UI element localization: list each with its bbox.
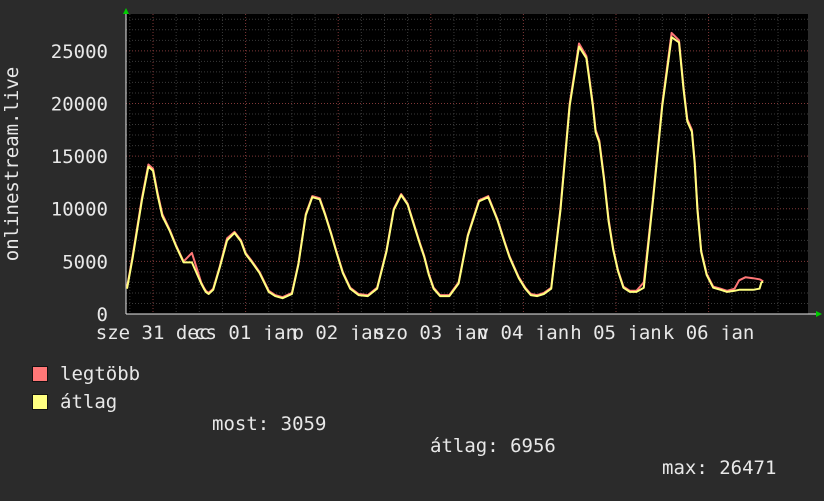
x-tick-label: v 04 jan xyxy=(478,322,570,340)
x-tick-label: p 02 jan xyxy=(292,322,384,340)
y-tick-label: 5000 xyxy=(62,251,108,273)
x-tick-label: szo 03 jan xyxy=(374,322,488,340)
y-tick-label: 25000 xyxy=(51,41,108,63)
y-tick-label: 20000 xyxy=(51,93,108,115)
legend-label-max: legtöbb xyxy=(60,363,141,385)
x-tick-label: cs 01 jan xyxy=(194,322,297,340)
chart-panel: 0 5000 10000 15000 20000 25000 sze 31 dec cs 01… xyxy=(0,0,824,479)
stat-current: most: 3059 xyxy=(212,413,327,435)
x-tick-label: sze 31 dec xyxy=(96,322,210,340)
x-tick-label: k 06 jan xyxy=(663,322,755,340)
x-tick-label: h 05 jan xyxy=(570,322,662,340)
legend-swatch-max xyxy=(32,366,48,382)
stat-average: átlag: 6956 xyxy=(430,435,556,457)
line-chart: 0500010000150002000025000sze 31 deccs 01… xyxy=(1,8,822,340)
y-axis-label: onlinestream.live xyxy=(1,67,23,261)
y-axis-arrow xyxy=(123,8,129,14)
stat-maximum: max: 26471 xyxy=(662,457,777,479)
y-tick-label: 10000 xyxy=(51,199,108,221)
legend-item-max: legtöbb xyxy=(32,363,141,385)
stats-row: most: 3059 átlag: 6956 max: 26471 xyxy=(0,391,824,479)
x-axis-arrow xyxy=(816,311,822,317)
y-tick-label: 15000 xyxy=(51,146,108,168)
